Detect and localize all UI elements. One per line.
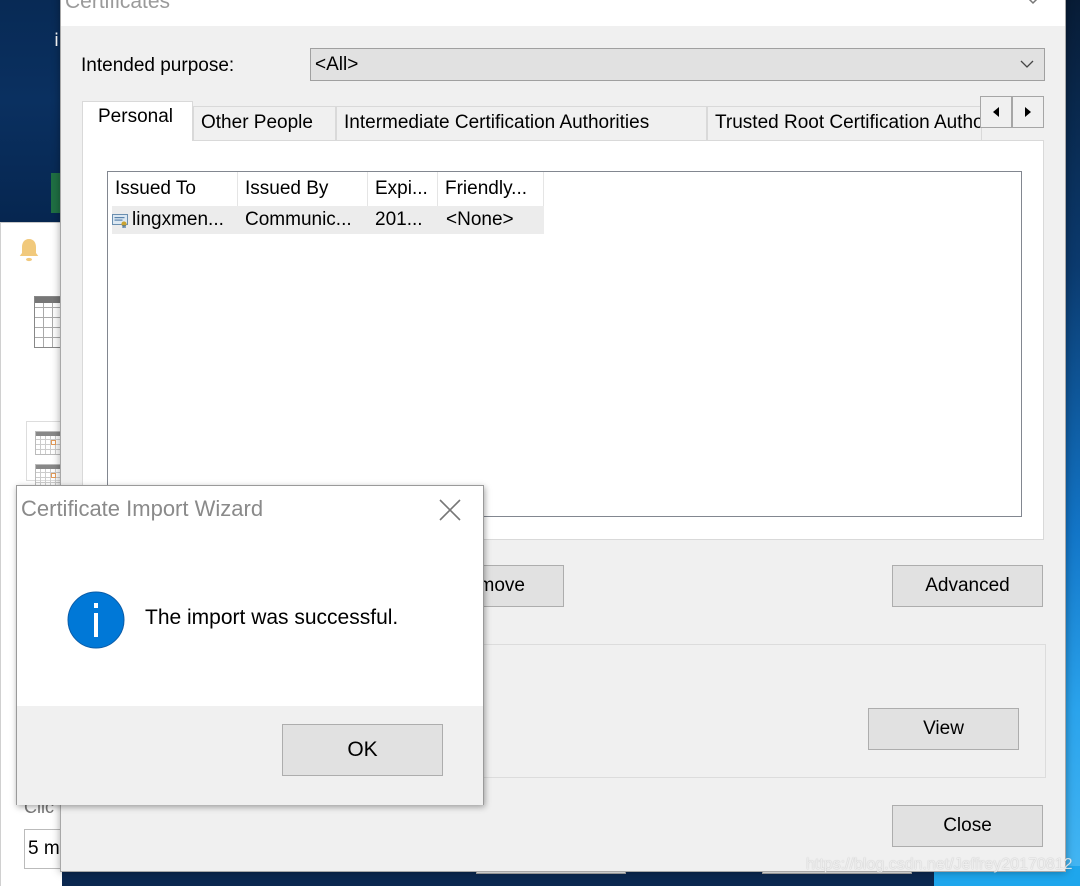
tab-intermediate-certification-authorities[interactable]: Intermediate Certification Authorities [336,106,707,140]
view-button[interactable]: View [868,708,1019,750]
certificate-icon [112,214,128,228]
close-button[interactable]: Close [892,805,1043,847]
tab-scroll-left-button[interactable] [980,96,1012,128]
ok-button-label: OK [347,738,378,761]
close-icon[interactable] [1019,0,1047,17]
certificates-titlebar: Certificates [61,0,1065,26]
chevron-down-icon [1020,60,1034,68]
cell-friendly-name: <None> [446,209,514,230]
certificate-list-header: Issued To Issued By Expi... Friendly... [108,172,544,206]
import-wizard-dialog: Certificate Import Wizard The import was… [16,485,484,805]
import-wizard-title: Certificate Import Wizard [21,496,264,521]
table-row[interactable]: lingxmen... Communic... 201... <None> [112,206,544,234]
advanced-button[interactable]: Advanced [892,565,1043,607]
tab-personal[interactable]: Personal [82,101,193,141]
arrow-left-icon [993,107,999,117]
view-button-label: View [923,718,964,739]
cell-issued-by: Communic... [245,209,352,230]
certificate-list[interactable]: Issued To Issued By Expi... Friendly... … [107,171,1022,517]
bell-icon [19,239,39,262]
column-header-issued-to[interactable]: Issued To [108,172,238,206]
close-button-label: Close [943,815,992,836]
arrow-right-icon [1025,107,1031,117]
tab-trusted-root-certification-authorities[interactable]: Trusted Root Certification Authorities [707,106,982,140]
info-icon [67,591,125,649]
ok-button[interactable]: OK [282,724,443,776]
intended-purpose-label: Intended purpose: [81,55,235,76]
calendar-small-icon [35,431,63,455]
cell-issued-to: lingxmen... [132,209,224,230]
calendar-icon [34,296,63,348]
desktop-background: i [0,0,62,222]
column-header-issued-by[interactable]: Issued By [238,172,368,206]
certificate-store-tabs: Personal Other People Intermediate Certi… [82,101,1045,141]
column-header-expiration[interactable]: Expi... [368,172,438,206]
certificates-title: Certificates [65,0,171,13]
tab-label: Trusted Root Certification Authorities [715,112,982,133]
watermark: https://blog.csdn.net/Jeffrey20170812 [806,856,1073,873]
import-wizard-footer: OK [17,706,483,805]
background-minutes-select[interactable]: 5 m [24,829,64,869]
desktop-background-right [1066,0,1080,886]
tab-label: Intermediate Certification Authorities [344,112,650,133]
calendar-panel [26,421,63,488]
intended-purpose-select[interactable]: <All> [310,48,1045,81]
intended-purpose-value: <All> [315,54,359,75]
import-success-message: The import was successful. [145,606,399,629]
advanced-button-label: Advanced [925,575,1010,596]
tab-label: Other People [201,112,313,133]
tab-other-people[interactable]: Other People [193,106,336,140]
tab-panel-personal: Issued To Issued By Expi... Friendly... … [82,140,1044,540]
tab-label: Personal [98,106,173,127]
cell-expiration: 201... [375,209,423,230]
tab-scroll-right-button[interactable] [1012,96,1044,128]
column-header-friendly-name[interactable]: Friendly... [438,172,544,206]
close-icon[interactable] [439,499,461,521]
